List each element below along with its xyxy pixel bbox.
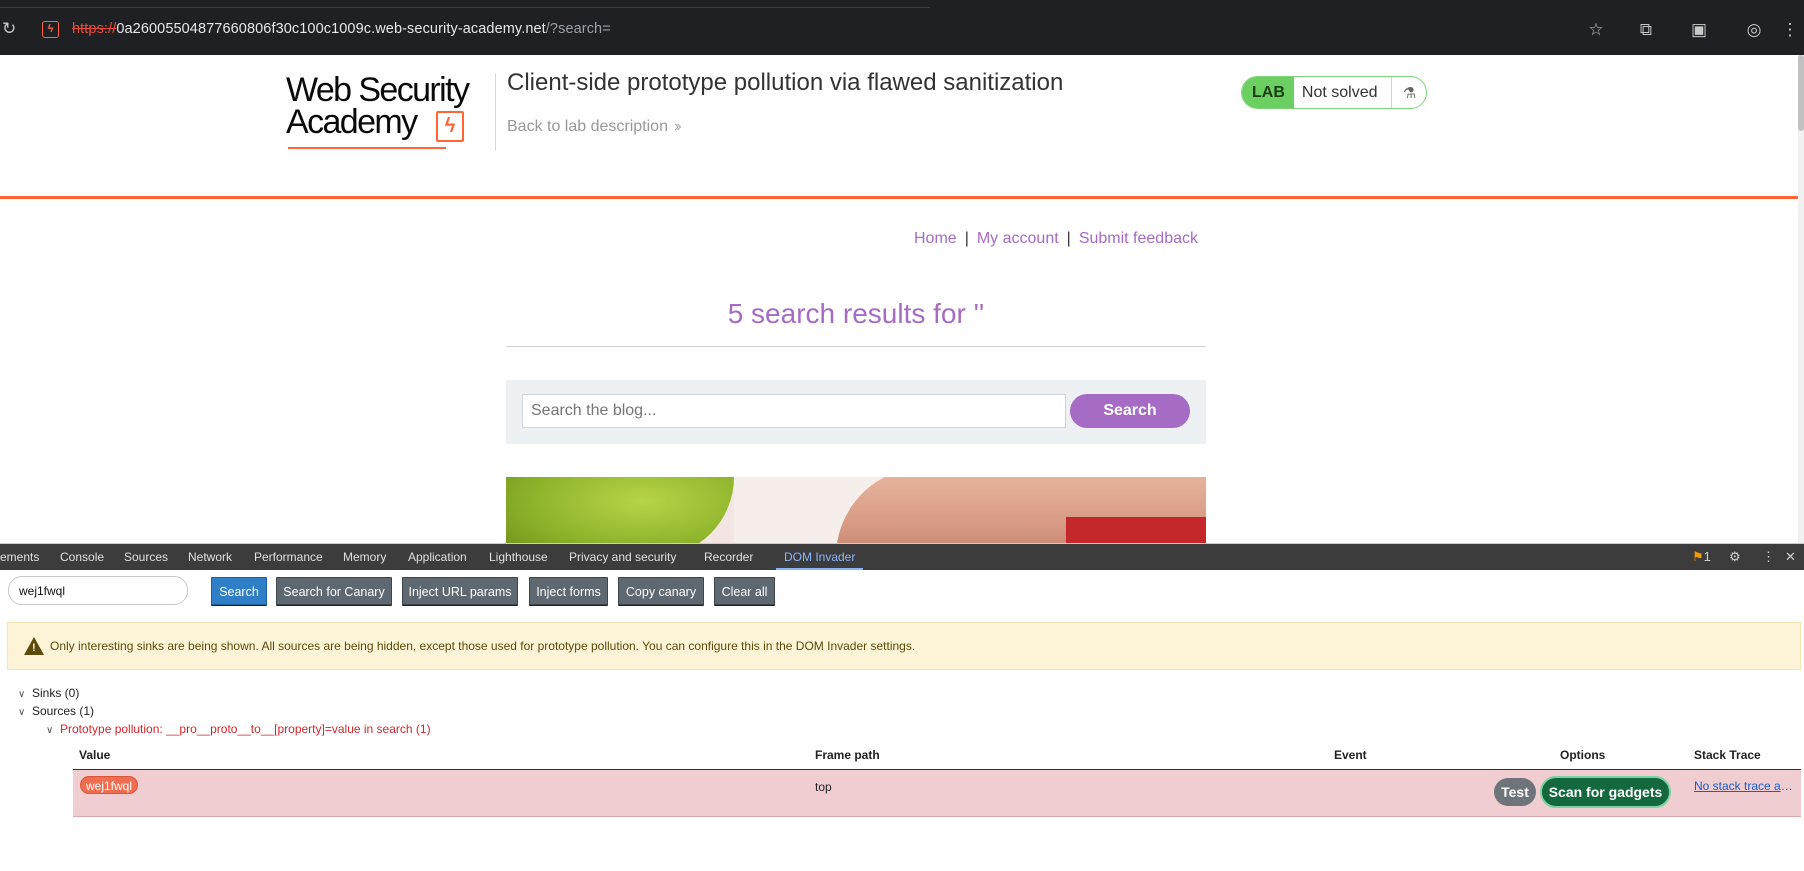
blog-post-image[interactable] [506,477,1206,543]
tab-dom-invader[interactable]: DOM Invader [775,544,864,570]
blog-search-input[interactable] [522,394,1066,428]
sinks-label: Sinks (0) [32,686,80,700]
nav-submit-feedback[interactable]: Submit feedback [1079,230,1198,247]
tab-network[interactable]: Network [188,544,232,570]
header-options: Options [1560,748,1606,762]
nav-separator: | [964,230,969,247]
sinks-node[interactable]: ∨ Sinks (0) [18,686,79,700]
back-link-label: Back to lab description [507,118,668,135]
academy-logo[interactable]: Web Security Academy ϟ [286,73,486,153]
blog-search-button[interactable]: Search [1070,394,1190,428]
issues-flag-icon: ⚑ [1692,549,1704,564]
tab-privacy-security[interactable]: Privacy and security [569,544,676,570]
table-row: wej1fwql top Test Scan for gadgets No st… [73,770,1801,817]
logo-underline [288,147,446,149]
header-divider [495,73,496,151]
url-scheme: https:// [72,21,117,37]
sources-label: Sources (1) [32,704,95,718]
lightning-icon: ϟ [436,111,464,142]
inject-url-params-button[interactable]: Inject URL params [402,577,518,605]
flask-icon: ⚗ [1402,84,1417,102]
lab-status: Not solved [1294,77,1393,108]
sources-table: Value Frame path Event Options Stack Tra… [73,742,1801,817]
header-event: Event [1334,748,1367,762]
copy-canary-button[interactable]: Copy canary [618,577,704,605]
tab-memory[interactable]: Memory [343,544,386,570]
reload-icon[interactable]: ↻ [2,20,20,38]
profile-icon[interactable]: ◎ [1744,20,1764,40]
logo-line-1: Web Security [286,71,470,109]
stack-trace-link[interactable]: No stack trace available [1694,779,1796,793]
menu-icon[interactable]: ⋮ [1780,20,1800,40]
nav-my-account[interactable]: My account [977,230,1059,247]
scrollbar-thumb[interactable] [1798,55,1804,131]
tab-console[interactable]: Console [60,544,104,570]
web-page: Web Security Academy ϟ Client-side proto… [0,55,1798,543]
tab-lighthouse[interactable]: Lighthouse [489,544,548,570]
tab-performance[interactable]: Performance [254,544,323,570]
settings-gear-icon[interactable]: ⚙ [1729,544,1741,570]
prototype-pollution-node[interactable]: ∨ Prototype pollution: __pro__proto__to__… [46,722,431,736]
devtools-menu-icon[interactable]: ⋮ [1762,544,1775,570]
site-icon[interactable]: ϟ [42,21,59,38]
search-results-title: 5 search results for '' [727,298,985,329]
blog-search-panel: Search [506,380,1206,444]
warning-text: Only interesting sinks are being shown. … [50,639,916,653]
canary-value-pill: wej1fwql [80,776,139,794]
page-scrollbar[interactable] [1798,55,1804,543]
tab-application[interactable]: Application [408,544,467,570]
address-bar[interactable]: https://0a26005504877660806f30c100c1009c… [72,21,611,37]
lab-title: Client-side prototype pollution via flaw… [507,69,1064,96]
double-chevron-icon: ›› [673,118,681,135]
nav-separator: | [1066,230,1071,247]
back-to-lab-link[interactable]: Back to lab description ›› [507,118,681,136]
header-rule [0,196,1798,199]
settings-warning-banner: ! Only interesting sinks are being shown… [7,622,1801,670]
lab-status-badge: LAB Not solved ⚗ [1241,76,1428,109]
clear-all-button[interactable]: Clear all [714,577,775,605]
chevron-down-icon: ∨ [18,707,26,718]
issues-indicator[interactable]: ⚑1 [1692,544,1711,570]
tab-sources[interactable]: Sources [124,544,168,570]
image-apple [506,477,734,543]
url-host: 0a26005504877660806f30c100c1009c.web-sec… [116,21,546,37]
canary-input[interactable] [8,576,188,605]
search-for-canary-button[interactable]: Search for Canary [276,577,392,605]
inject-forms-button[interactable]: Inject forms [529,577,608,605]
test-button[interactable]: Test [1494,778,1536,806]
issues-count: 1 [1703,549,1711,564]
table-header: Value Frame path Event Options Stack Tra… [73,742,1801,770]
header-value: Value [79,748,111,762]
nav-home[interactable]: Home [914,230,957,247]
prototype-pollution-label: Prototype pollution: __pro__proto__to__[… [60,722,431,736]
devtools-panel: ements Console Sources Network Performan… [0,543,1804,871]
devtools-tab-bar: ements Console Sources Network Performan… [0,544,1804,570]
lab-label: LAB [1242,77,1294,108]
tab-strip-edge [0,0,930,8]
results-divider [506,346,1206,347]
header-frame-path: Frame path [815,748,880,762]
tab-recorder[interactable]: Recorder [704,544,753,570]
dom-invader-toolbar: Search Search for Canary Inject URL para… [0,570,1804,610]
extensions-icon[interactable]: ⧉ [1636,20,1656,40]
browser-toolbar: ↻ ϟ https://0a26005504877660806f30c100c1… [0,0,1804,55]
frame-path-cell: top [815,780,832,794]
top-navigation: Home | My account | Submit feedback [914,230,1198,248]
close-devtools-icon[interactable]: ✕ [1785,544,1796,570]
search-button[interactable]: Search [211,577,267,605]
warning-icon: ! [24,637,44,655]
chevron-down-icon: ∨ [18,689,26,700]
scan-for-gadgets-button[interactable]: Scan for gadgets [1540,776,1671,808]
url-query: /?search= [545,21,611,37]
header-stack-trace: Stack Trace [1694,748,1761,762]
star-icon[interactable]: ☆ [1586,20,1606,40]
chevron-down-icon: ∨ [46,725,54,736]
sources-node[interactable]: ∨ Sources (1) [18,704,94,718]
tab-elements[interactable]: ements [0,544,39,570]
media-icon[interactable]: ▣ [1689,20,1709,40]
tab-strip [0,0,1804,8]
image-red-shape [1066,517,1206,543]
